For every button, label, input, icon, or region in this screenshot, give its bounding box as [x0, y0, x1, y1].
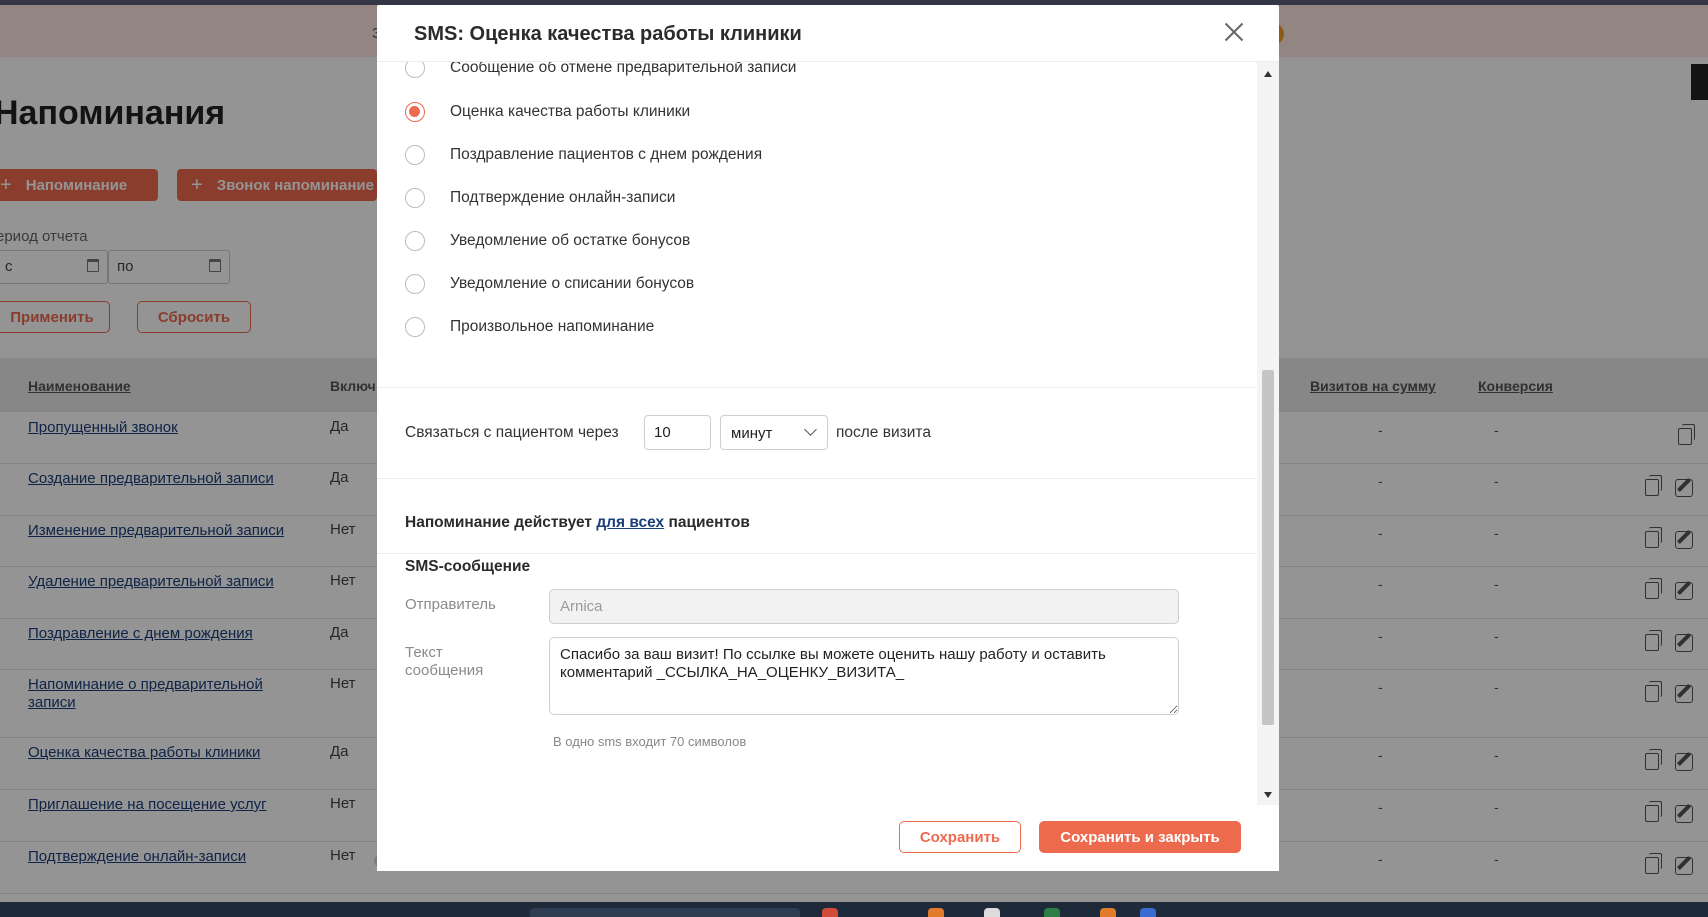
save-and-close-button[interactable]: Сохранить и закрыть — [1039, 821, 1241, 853]
scope-patients-link[interactable]: для всех — [596, 514, 664, 531]
reminder-type-option[interactable]: Сообщение об отмене предварительной запи… — [405, 62, 796, 79]
dialog-title: SMS: Оценка качества работы клиники — [414, 23, 802, 45]
taskbar-item[interactable] — [530, 908, 800, 917]
delay-label: Связаться с пациентом через — [405, 424, 619, 441]
delay-value-input[interactable] — [644, 415, 711, 450]
dialog-body[interactable]: Сообщение об отмене предварительной запи… — [377, 62, 1257, 805]
sender-label: Отправитель — [405, 596, 496, 613]
reminder-edit-dialog: SMS: Оценка качества работы клиники Сооб… — [377, 5, 1279, 871]
radio-button[interactable] — [405, 317, 425, 337]
reminder-type-option[interactable]: Уведомление о списании бонусов — [405, 273, 694, 295]
reminder-type-option[interactable]: Произвольное напоминание — [405, 316, 654, 338]
reminder-type-label: Произвольное напоминание — [450, 318, 655, 335]
divider — [377, 387, 1257, 388]
chevron-down-icon — [804, 423, 817, 436]
dialog-scrollbar[interactable] — [1257, 62, 1279, 805]
scroll-down-arrow-icon[interactable] — [1264, 792, 1272, 798]
sms-length-hint: В одно sms входит 70 символов — [553, 734, 747, 749]
radio-button[interactable] — [405, 274, 425, 294]
radio-button[interactable] — [405, 102, 425, 122]
radio-button[interactable] — [405, 145, 425, 165]
radio-button[interactable] — [405, 231, 425, 251]
taskbar-app-icon[interactable] — [1044, 908, 1060, 917]
reminder-type-option[interactable]: Уведомление об остатке бонусов — [405, 230, 690, 252]
delay-after-label: после визита — [836, 424, 931, 441]
divider — [377, 478, 1257, 479]
radio-button[interactable] — [405, 62, 425, 78]
reminder-type-label: Уведомление о списании бонусов — [450, 275, 695, 292]
scope-suffix: пациентов — [668, 514, 750, 531]
radio-button[interactable] — [405, 188, 425, 208]
dialog-footer: Сохранить Сохранить и закрыть — [377, 805, 1279, 871]
reminder-type-label: Уведомление об остатке бонусов — [450, 232, 691, 249]
message-textarea[interactable]: Спасибо за ваш визит! По ссылке вы может… — [549, 637, 1179, 715]
scope-prefix: Напоминание действует — [405, 514, 592, 531]
close-icon[interactable] — [1222, 20, 1246, 44]
sender-field[interactable] — [549, 589, 1179, 624]
taskbar — [0, 902, 1708, 917]
dialog-header: SMS: Оценка качества работы клиники — [377, 5, 1279, 62]
taskbar-app-icon[interactable] — [1140, 908, 1156, 917]
scope-statement: Напоминание действует для всех пациентов — [405, 514, 750, 532]
divider — [377, 553, 1257, 554]
taskbar-app-icon[interactable] — [928, 908, 944, 917]
reminder-type-option[interactable]: Поздравление пациентов с днем рождения — [405, 144, 762, 166]
delay-unit-value: минут — [731, 425, 773, 442]
reminder-type-option[interactable]: Оценка качества работы клиники — [405, 101, 690, 123]
reminder-type-option[interactable]: Подтверждение онлайн-записи — [405, 187, 675, 209]
save-button[interactable]: Сохранить — [899, 821, 1021, 853]
reminder-type-label: Оценка качества работы клиники — [450, 103, 691, 120]
taskbar-app-icon[interactable] — [984, 908, 1000, 917]
scrollbar-thumb[interactable] — [1262, 370, 1274, 725]
delay-unit-select[interactable]: минут — [720, 415, 828, 450]
reminder-type-label: Поздравление пациентов с днем рождения — [450, 146, 763, 163]
sms-section-heading: SMS-сообщение — [405, 558, 531, 575]
reminder-type-label: Подтверждение онлайн-записи — [450, 189, 676, 206]
taskbar-app-icon[interactable] — [1100, 908, 1116, 917]
message-text-label: Текст сообщения — [405, 644, 484, 679]
taskbar-app-icon[interactable] — [822, 908, 838, 917]
reminder-type-label: Сообщение об отмене предварительной запи… — [450, 62, 797, 76]
scroll-up-arrow-icon[interactable] — [1264, 71, 1272, 77]
